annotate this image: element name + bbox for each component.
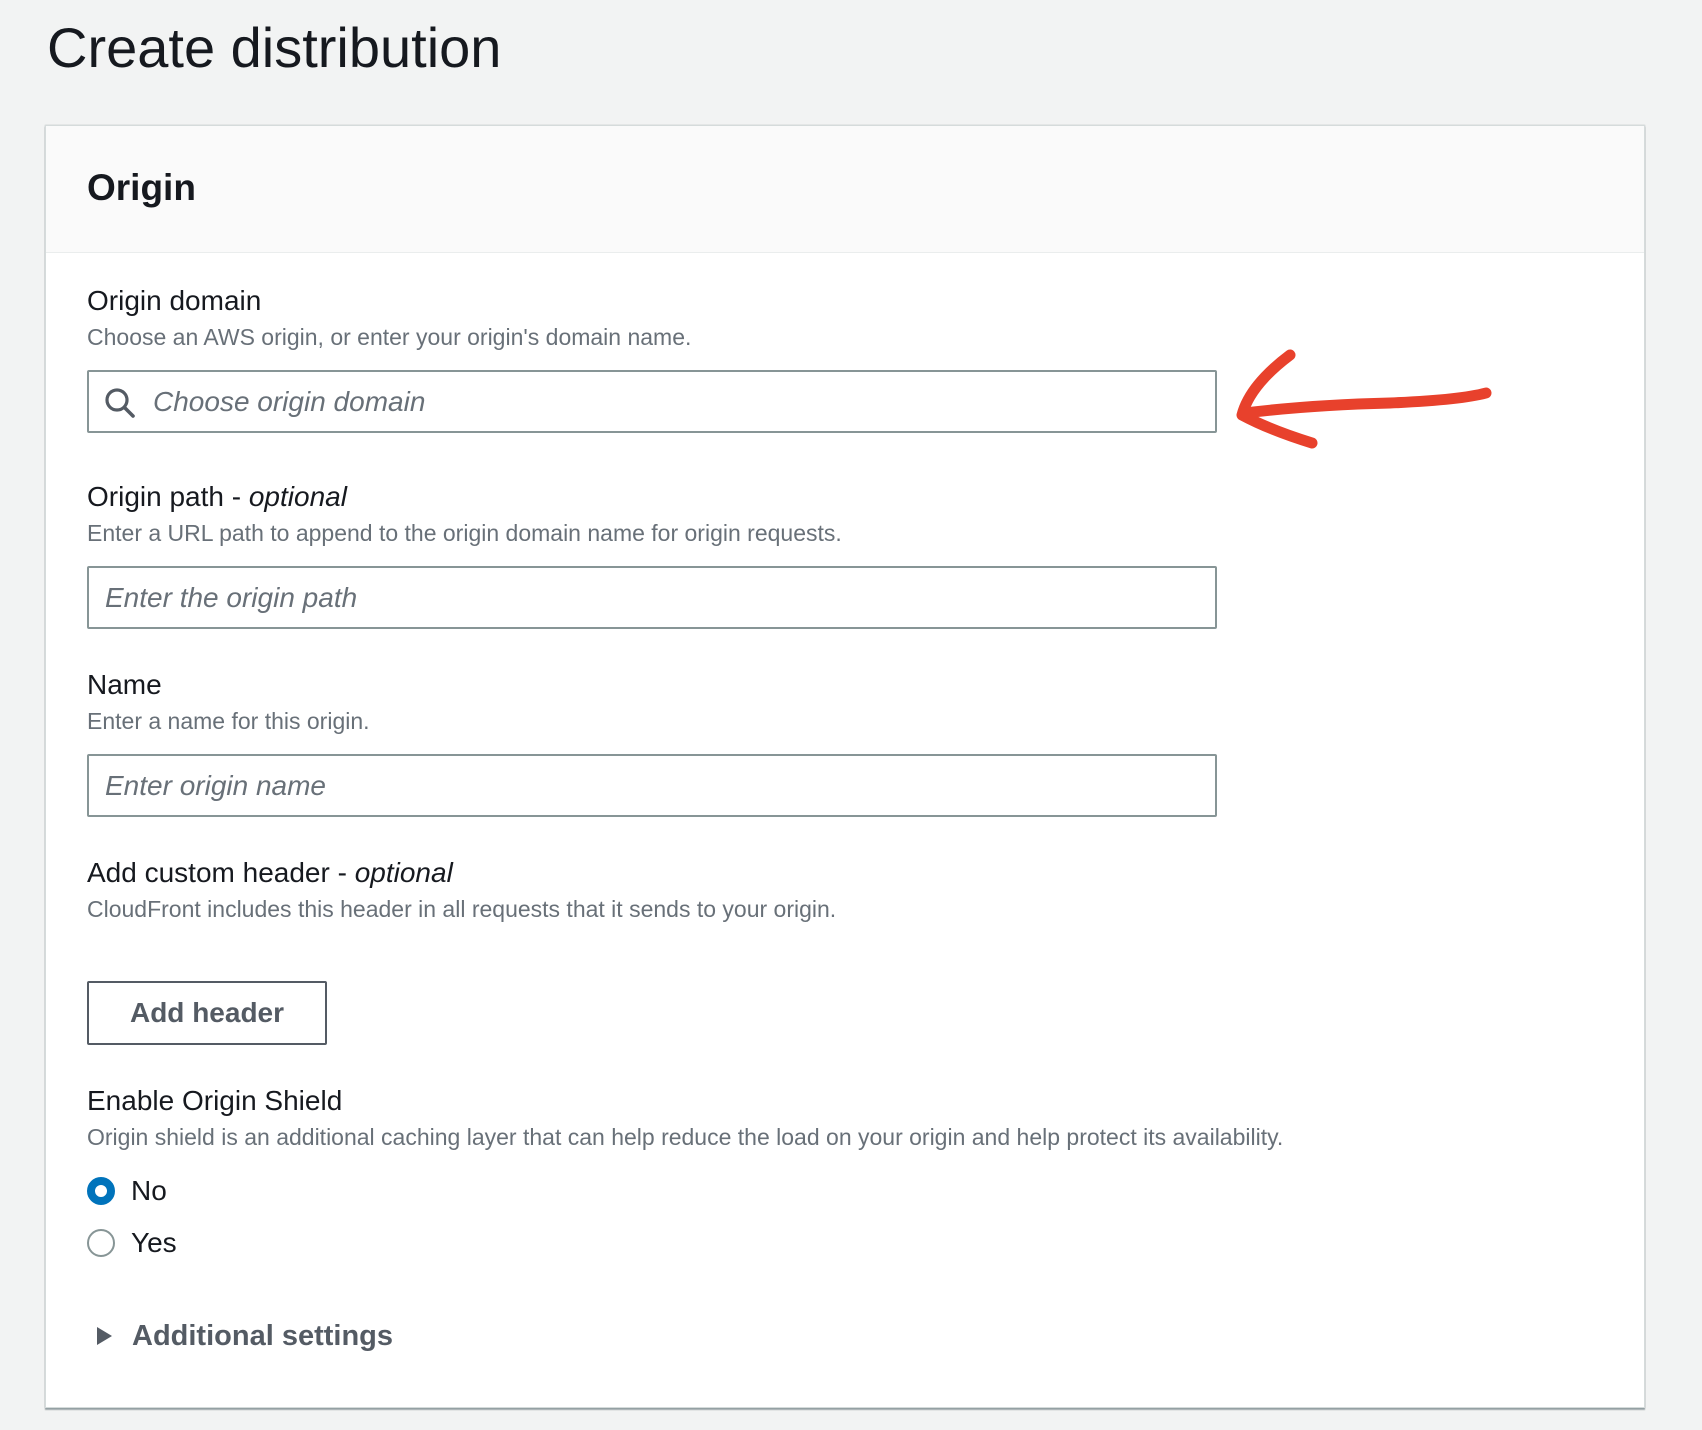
origin-panel: Origin Origin domain Choose an AWS origi…: [45, 125, 1645, 1408]
page-title: Create distribution: [47, 16, 502, 79]
name-label: Name: [87, 669, 162, 700]
panel-title: Origin: [87, 167, 196, 208]
radio-no[interactable]: [87, 1177, 115, 1205]
optional-tag: optional: [354, 857, 453, 888]
red-arrow-annotation-icon: [1236, 349, 1492, 449]
origin-domain-label: Origin domain: [87, 285, 262, 316]
origin-path-field: Origin path - optional Enter a URL path …: [87, 479, 842, 549]
origin-shield-field: Enable Origin Shield Origin shield is an…: [87, 1083, 1283, 1153]
origin-name-input[interactable]: [89, 756, 1215, 815]
origin-shield-option-yes[interactable]: Yes: [87, 1223, 177, 1263]
additional-settings-expander[interactable]: Additional settings: [97, 1316, 393, 1356]
custom-header-description: CloudFront includes this header in all r…: [87, 896, 837, 922]
custom-header-label: Add custom header - optional: [87, 855, 836, 891]
custom-header-label-text: Add custom header -: [87, 857, 355, 888]
origin-domain-select[interactable]: [87, 370, 1217, 433]
name-field: Name Enter a name for this origin.: [87, 667, 370, 737]
additional-settings-label: Additional settings: [132, 1319, 393, 1352]
origin-domain-description: Choose an AWS origin, or enter your orig…: [87, 324, 692, 350]
radio-label-no: No: [131, 1175, 167, 1206]
origin-shield-label: Enable Origin Shield: [87, 1085, 343, 1116]
origin-path-label: Origin path - optional: [87, 479, 842, 515]
radio-yes[interactable]: [87, 1229, 115, 1257]
add-header-button[interactable]: Add header: [87, 981, 327, 1045]
optional-tag: optional: [248, 481, 347, 512]
radio-label-yes: Yes: [131, 1227, 177, 1258]
name-description: Enter a name for this origin.: [87, 708, 370, 734]
custom-header-field: Add custom header - optional CloudFront …: [87, 855, 836, 925]
panel-header: Origin: [46, 126, 1644, 253]
caret-right-icon: [97, 1327, 112, 1345]
origin-name-box[interactable]: [87, 754, 1217, 817]
origin-domain-field: Origin domain Choose an AWS origin, or e…: [87, 283, 691, 353]
origin-shield-description: Origin shield is an additional caching l…: [87, 1124, 1284, 1150]
origin-domain-input[interactable]: [89, 372, 1215, 431]
origin-path-input[interactable]: [89, 568, 1215, 627]
origin-path-label-text: Origin path -: [87, 481, 249, 512]
origin-path-box[interactable]: [87, 566, 1217, 629]
origin-shield-option-no[interactable]: No: [87, 1171, 167, 1211]
origin-path-description: Enter a URL path to append to the origin…: [87, 520, 842, 546]
